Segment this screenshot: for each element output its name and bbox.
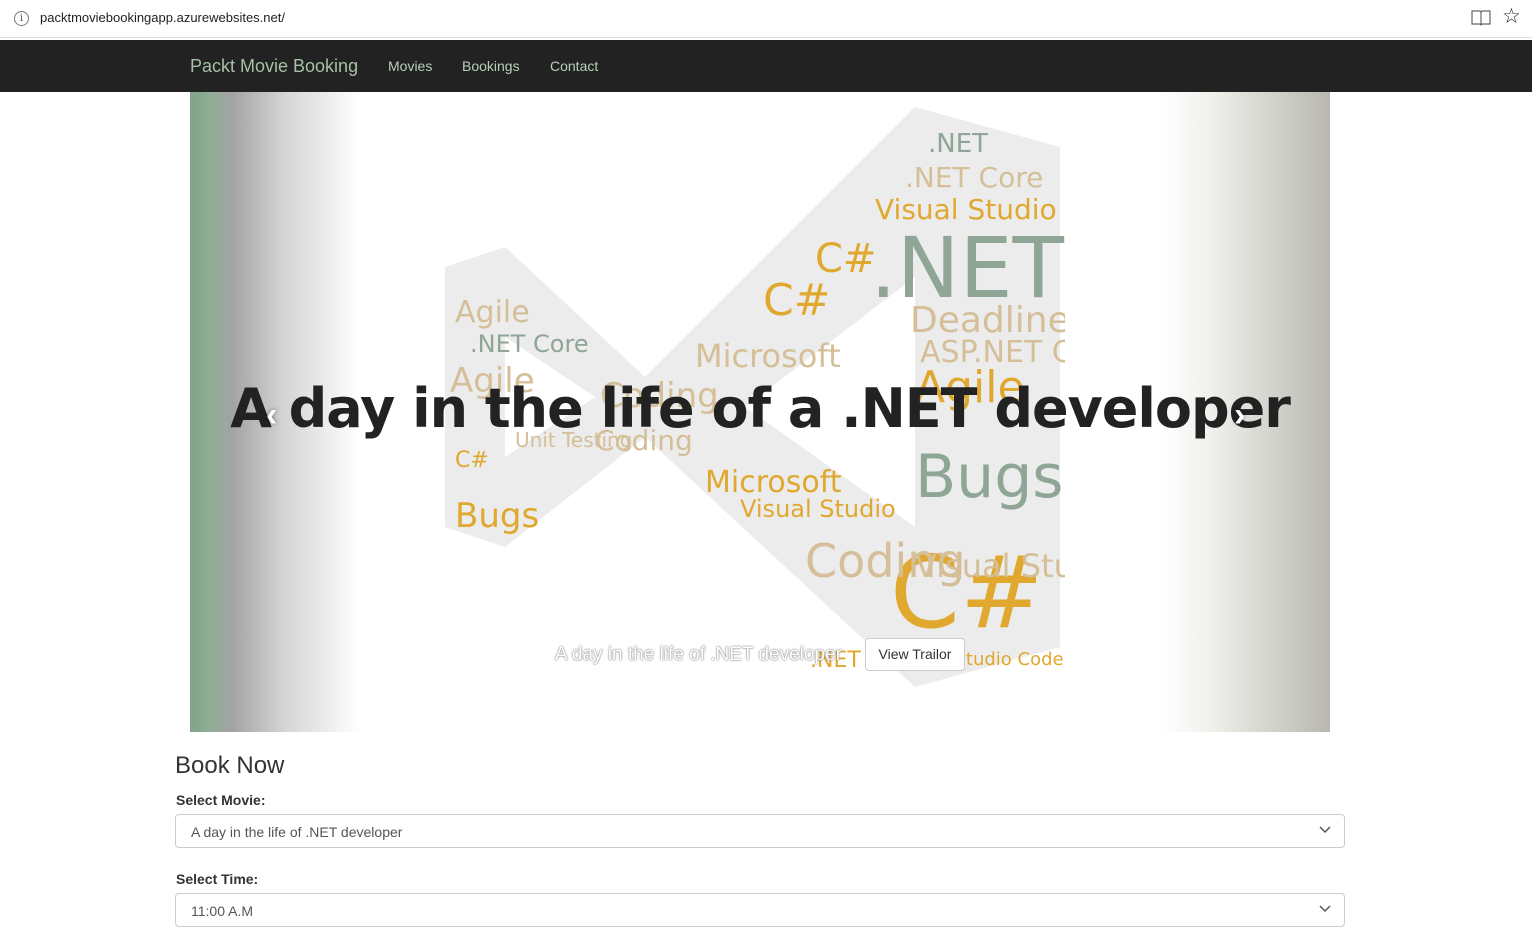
wordcloud-word: .NET Core (470, 330, 589, 358)
movie-select-value: A day in the life of .NET developer (191, 824, 403, 840)
nav-link-movies[interactable]: Movies (388, 58, 432, 74)
wordcloud-word: C# (455, 448, 489, 473)
info-icon[interactable]: i (14, 11, 29, 26)
reader-mode-icon[interactable] (1471, 9, 1491, 26)
wordcloud-word: C# (763, 275, 831, 326)
wordcloud-word: .NET (928, 129, 988, 159)
movie-carousel: .NET .NET Core Visual Studio .NET C# C# … (190, 92, 1330, 732)
nav-link-contact[interactable]: Contact (550, 58, 598, 74)
wordcloud-word: Agile (455, 295, 530, 330)
select-movie-label: Select Movie: (176, 792, 266, 808)
chevron-down-icon (1319, 905, 1331, 913)
nav-link-bookings[interactable]: Bookings (462, 58, 520, 74)
time-select-value: 11:00 A.M (191, 903, 254, 919)
chevron-down-icon (1319, 826, 1331, 834)
wordcloud-word: Bugs (455, 496, 539, 536)
carousel-prev-icon[interactable]: ‹ (266, 396, 277, 435)
wordcloud-word: Coding (805, 534, 966, 588)
browser-address-bar: i packtmoviebookingapp.azurewebsites.net… (0, 0, 1532, 38)
movie-select[interactable]: A day in the life of .NET developer (175, 814, 1345, 848)
favorite-star-icon[interactable]: ☆ (1502, 6, 1521, 28)
wordcloud-word: .NET Core (905, 161, 1043, 194)
wordcloud-word: Bugs (915, 442, 1064, 512)
book-now-heading: Book Now (175, 752, 285, 779)
carousel-next-icon[interactable]: › (1234, 396, 1245, 435)
url-field[interactable]: packtmoviebookingapp.azurewebsites.net/ (40, 10, 285, 25)
wordcloud-word: Microsoft (695, 337, 841, 375)
wordcloud-word: Visual Studio (740, 495, 896, 523)
time-select[interactable]: 11:00 A.M (175, 893, 1345, 927)
top-navbar: Packt Movie Booking Movies Bookings Cont… (0, 40, 1532, 92)
view-trailer-button[interactable]: View Trailor (865, 638, 965, 671)
carousel-headline: A day in the life of a .NET developer (230, 377, 1291, 440)
carousel-caption: A day in the life of .NET developer (555, 644, 842, 665)
brand-link[interactable]: Packt Movie Booking (190, 56, 358, 77)
select-time-label: Select Time: (176, 871, 259, 887)
